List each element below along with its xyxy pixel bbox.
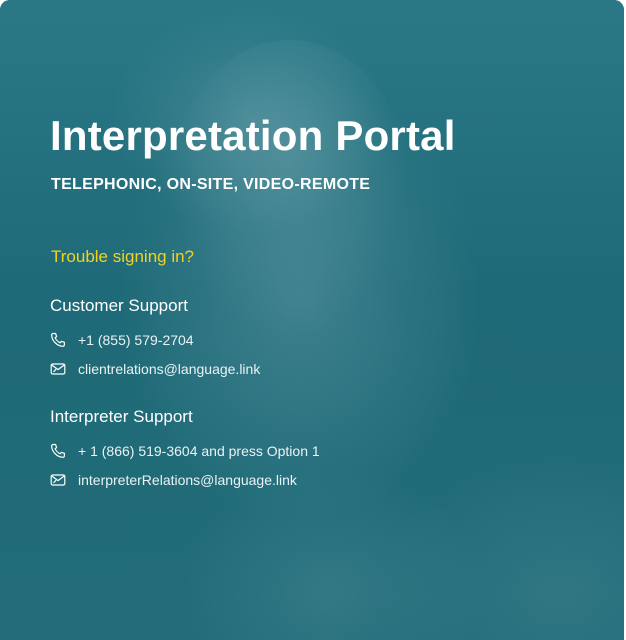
interpreter-support-heading: Interpreter Support <box>50 407 193 426</box>
customer-support-email[interactable]: clientrelations@language.link <box>50 359 260 379</box>
interpreter-support-email[interactable]: interpreterRelations@language.link <box>50 470 297 490</box>
login-info-panel: Interpretation Portal TELEPHONIC, ON-SIT… <box>0 0 624 640</box>
interpreter-support-email-text: interpreterRelations@language.link <box>78 472 297 488</box>
customer-support-phone[interactable]: +1 (855) 579-2704 <box>50 330 194 350</box>
phone-icon <box>50 443 66 459</box>
email-icon <box>50 361 66 377</box>
page-subtitle: TELEPHONIC, ON-SITE, VIDEO-REMOTE <box>51 176 371 193</box>
customer-support-phone-text: +1 (855) 579-2704 <box>78 332 194 348</box>
page-title: Interpretation Portal <box>50 112 456 159</box>
customer-support-heading: Customer Support <box>50 296 188 315</box>
phone-icon <box>50 332 66 348</box>
email-icon <box>50 472 66 488</box>
interpreter-support-phone-text: + 1 (866) 519-3604 and press Option 1 <box>78 443 320 459</box>
interpreter-support-phone[interactable]: + 1 (866) 519-3604 and press Option 1 <box>50 441 320 461</box>
trouble-signing-in-link[interactable]: Trouble signing in? <box>51 247 194 267</box>
customer-support-email-text: clientrelations@language.link <box>78 361 261 377</box>
